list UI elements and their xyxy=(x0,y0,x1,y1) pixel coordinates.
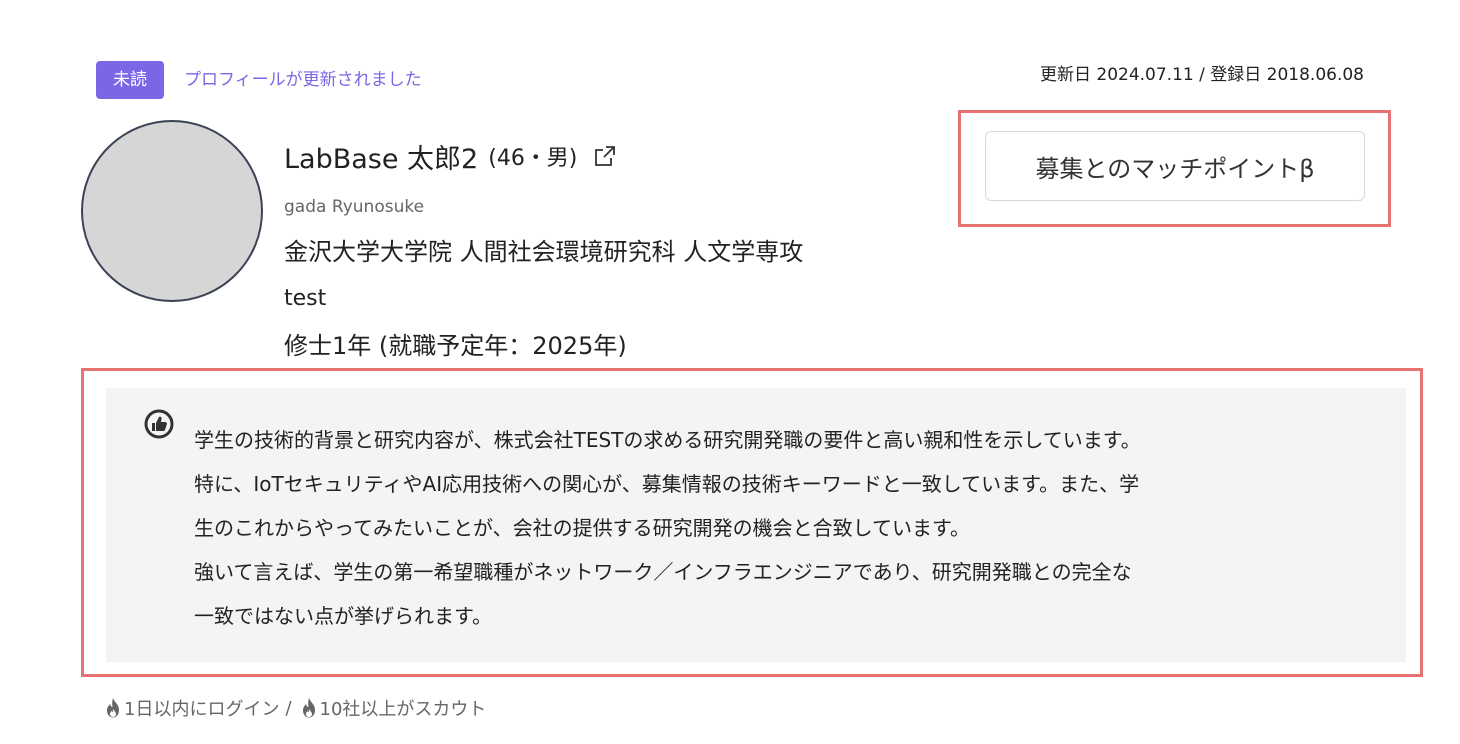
grade-graduation: 修士1年 (就職予定年：2025年) xyxy=(284,332,627,360)
analysis-line: 生のこれからやってみたいことが、会社の提供する研究開発の機会と合致しています。 xyxy=(194,516,970,540)
lab-name: test xyxy=(284,286,327,311)
login-status: 1日以内にログイン xyxy=(124,699,280,720)
update-register-dates: 更新日 2024.07.11 / 登録日 2018.06.08 xyxy=(1039,65,1364,85)
analysis-text: 学生の技術的背景と研究内容が、株式会社TESTの求める研究開発職の要件と高い親和… xyxy=(194,418,1374,638)
flame-icon xyxy=(298,696,320,720)
unread-badge: 未読 xyxy=(96,61,164,99)
analysis-line: 一致ではない点が挙げられます。 xyxy=(194,604,492,628)
profile-updated-link[interactable]: プロフィールが更新されました xyxy=(184,67,422,93)
name-row: LabBase 太郎2 (46・男) xyxy=(284,136,617,176)
footer-separator: / xyxy=(285,697,292,719)
avatar xyxy=(81,120,263,302)
analysis-line: 学生の技術的背景と研究内容が、株式会社TESTの求める研究開発職の要件と高い親和… xyxy=(194,428,1141,452)
school-department: 金沢大学大学院 人間社会環境研究科 人文学専攻 xyxy=(284,238,804,266)
match-point-button[interactable]: 募集とのマッチポイントβ xyxy=(985,131,1365,201)
activity-status: 1日以内にログイン / 10社以上がスカウト xyxy=(102,693,486,723)
age-gender: (46・男) xyxy=(488,146,578,171)
candidate-name: LabBase 太郎2 xyxy=(284,143,479,175)
analysis-line: 強いて言えば、学生の第一希望職種がネットワーク／インフラエンジニアであり、研究開… xyxy=(194,560,1132,584)
name-romaji: gada Ryunosuke xyxy=(284,197,425,217)
thumbs-up-icon xyxy=(143,408,175,440)
flame-icon xyxy=(102,696,124,720)
scout-status: 10社以上がスカウト xyxy=(319,699,487,720)
external-link-icon[interactable] xyxy=(593,144,617,168)
analysis-line: 特に、IoTセキュリティやAI応用技術への関心が、募集情報の技術キーワードと一致… xyxy=(194,472,1140,496)
